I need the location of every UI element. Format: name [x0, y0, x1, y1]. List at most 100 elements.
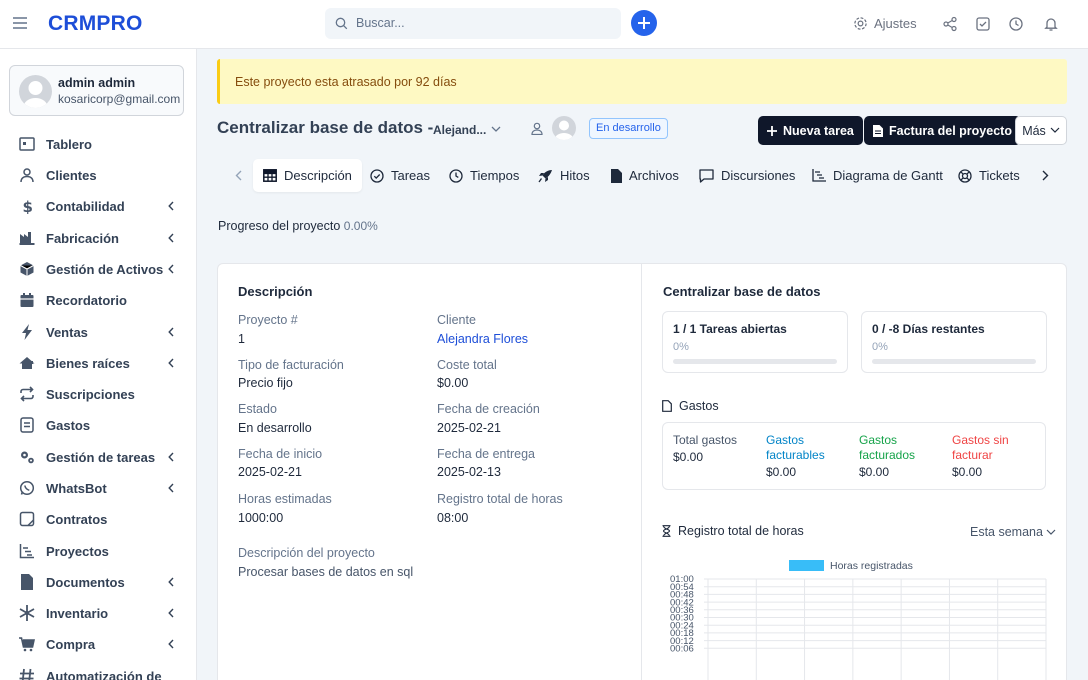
sidebar-item-gestión-de-tareas[interactable]: Gestión de tareas [0, 442, 196, 473]
expense-billable: Gastos facturables $0.00 [766, 433, 825, 479]
sidebar-item-label: Recordatorio [46, 293, 127, 308]
chevron-left-icon [168, 608, 174, 618]
sidebar-item-compra[interactable]: Compra [0, 629, 196, 660]
gantt-icon [812, 169, 826, 182]
calendar-icon [20, 293, 34, 307]
sidebar-item-tablero[interactable]: Tablero [0, 129, 196, 160]
sidebar-item-gastos[interactable]: Gastos [0, 410, 196, 441]
search-bar[interactable]: Buscar... [325, 8, 621, 39]
created-date: 2025-02-21 [437, 421, 501, 435]
settings-link[interactable]: Ajustes [853, 16, 917, 31]
new-task-button[interactable]: Nueva tarea [758, 116, 863, 145]
chevron-left-icon [168, 483, 174, 493]
project-description-label: Descripción del proyecto [238, 546, 375, 560]
tab-archivos[interactable]: Archivos [611, 159, 679, 192]
house-icon [19, 357, 35, 369]
sidebar-item-documentos[interactable]: Documentos [0, 567, 196, 598]
sidebar-item-label: Compra [46, 637, 96, 652]
client-selector[interactable]: Alejand... [433, 123, 486, 137]
sidebar-item-label: Clientes [46, 168, 97, 183]
tab-tiempos[interactable]: Tiempos [449, 159, 519, 192]
sidebar-item-label: Documentos [46, 575, 125, 590]
factory-icon [19, 232, 35, 245]
menu-icon[interactable] [12, 16, 28, 30]
sidebar-item-fabricación[interactable]: Fabricación [0, 223, 196, 254]
legend-swatch [789, 560, 824, 571]
tabs-scroll-right-icon[interactable] [1042, 170, 1049, 181]
sidebar-item-suscripciones[interactable]: Suscripciones [0, 379, 196, 410]
receipt-icon [20, 417, 34, 433]
tab-gantt[interactable]: Diagrama de Gantt [812, 159, 943, 192]
sidebar-item-contabilidad[interactable]: $ Contabilidad [0, 191, 196, 222]
sidebar-item-inventario[interactable]: Inventario [0, 598, 196, 629]
open-tasks-progress [673, 359, 837, 364]
days-left-progress [872, 359, 1036, 364]
sidebar-item-ventas[interactable]: Ventas [0, 317, 196, 348]
chevron-left-icon [168, 264, 174, 274]
sidebar-item-contratos[interactable]: Contratos [0, 504, 196, 535]
expenses-header: Gastos [662, 399, 719, 413]
sidebar-item-proyectos[interactable]: Proyectos [0, 536, 196, 567]
card-divider [641, 264, 642, 680]
sidebar-item-label: Tablero [46, 137, 92, 152]
project-invoice-button[interactable]: Factura del proyecto [864, 116, 1021, 145]
sidebar-item-label: Suscripciones [46, 387, 135, 402]
field-label: Horas estimadas [238, 492, 332, 506]
file-icon [611, 168, 622, 183]
file-outline-icon [662, 400, 672, 412]
whatsapp-icon [19, 480, 35, 496]
plus-icon [638, 17, 650, 29]
field-label: Estado [238, 402, 277, 416]
quick-add-button[interactable] [631, 10, 657, 36]
field-label: Proyecto # [238, 313, 298, 327]
hours-header: Registro total de horas [662, 524, 804, 538]
checkbox-icon[interactable] [975, 16, 991, 32]
svg-text:$: $ [23, 198, 33, 214]
search-input[interactable]: Buscar... [356, 16, 405, 30]
tabs-scroll-left-icon[interactable] [235, 170, 242, 181]
chart-line-icon [19, 544, 34, 559]
project-progress: Progreso del proyecto 0.00% [218, 219, 378, 233]
sidebar-item-label: Bienes raíces [46, 356, 130, 371]
bolt-icon [22, 324, 32, 340]
tab-hitos[interactable]: Hitos [538, 159, 590, 192]
field-label: Coste total [437, 358, 497, 372]
tab-descripcion[interactable]: Descripción [253, 159, 362, 192]
expense-invoiced: Gastos facturados $0.00 [859, 433, 916, 479]
chevron-left-icon [168, 358, 174, 368]
user-profile-card[interactable]: admin admin kosaricorp@gmail.com [9, 65, 184, 116]
share-icon[interactable] [942, 16, 958, 32]
open-tasks-stat: 1 / 1 Tareas abiertas 0% [662, 311, 848, 373]
total-cost: $0.00 [437, 376, 469, 390]
tab-tickets[interactable]: Tickets [958, 159, 1020, 192]
sidebar-item-automatización-de[interactable]: Automatización de [0, 661, 196, 680]
project-number: 1 [238, 332, 245, 346]
member-avatar[interactable] [552, 116, 576, 140]
hourglass-icon [662, 525, 671, 537]
brand-logo[interactable]: CRMPRO [48, 12, 143, 36]
gear-icon [854, 17, 867, 30]
sidebar-item-bienes-raíces[interactable]: Bienes raíces [0, 348, 196, 379]
sidebar-item-whatsbot[interactable]: WhatsBot [0, 473, 196, 504]
sidebar-item-label: WhatsBot [46, 481, 107, 496]
sidebar-item-gestión-de-activos[interactable]: Gestión de Activos [0, 254, 196, 285]
tab-tareas[interactable]: Tareas [370, 159, 430, 192]
bell-icon[interactable] [1043, 16, 1059, 32]
members-icon[interactable] [531, 122, 543, 135]
billing-type: Precio fijo [238, 376, 293, 390]
tab-discursiones[interactable]: Discursiones [699, 159, 795, 192]
chevron-down-icon[interactable] [491, 126, 501, 133]
chat-icon [699, 168, 714, 183]
period-selector[interactable]: Esta semana [970, 525, 1056, 539]
sidebar-item-clientes[interactable]: Clientes [0, 160, 196, 191]
more-button[interactable]: Más [1015, 116, 1067, 145]
client-link[interactable]: Alejandra Flores [437, 332, 528, 346]
sidebar-item-recordatorio[interactable]: Recordatorio [0, 285, 196, 316]
expense-not-invoiced: Gastos sin facturar $0.00 [952, 433, 1009, 479]
overdue-alert: Este proyecto esta atrasado por 92 días [217, 59, 1067, 104]
sidebar-item-label: Automatización de [46, 669, 162, 680]
user-name: admin admin [58, 76, 136, 90]
clock-icon[interactable] [1008, 16, 1024, 32]
sidebar-item-label: Proyectos [46, 544, 109, 559]
plus-icon [767, 125, 777, 136]
